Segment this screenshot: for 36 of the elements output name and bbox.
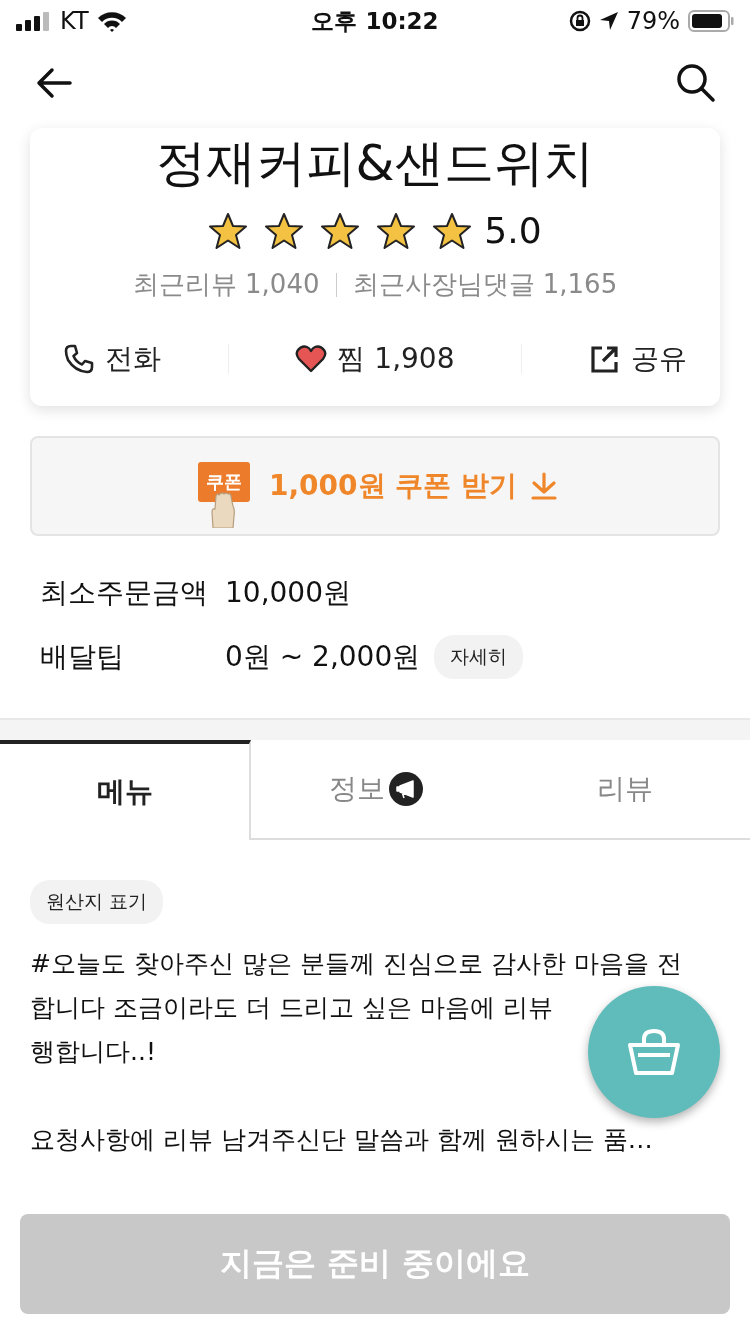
back-arrow-icon[interactable] bbox=[36, 67, 72, 99]
star-icon bbox=[320, 211, 361, 250]
battery-icon bbox=[688, 10, 734, 32]
info-label: 배달팁 bbox=[40, 639, 125, 675]
tab[interactable]: 메뉴 bbox=[0, 740, 252, 840]
info-label: 최소주문금액 bbox=[40, 575, 209, 611]
clock-time: 오후 10:22 bbox=[311, 6, 439, 36]
location-arrow-icon bbox=[598, 11, 619, 31]
heart-icon bbox=[295, 344, 328, 374]
search-icon[interactable] bbox=[676, 63, 716, 103]
wifi-icon bbox=[96, 10, 127, 32]
star-icon bbox=[264, 211, 305, 250]
star-icon bbox=[432, 211, 473, 250]
orientation-lock-icon bbox=[568, 10, 591, 32]
basket-icon bbox=[626, 1028, 682, 1076]
heart-button[interactable]: 찜 1,908 bbox=[295, 340, 455, 378]
origin-label-button[interactable]: 원산지 표기 bbox=[30, 880, 164, 924]
info-value: 10,000원 bbox=[225, 575, 351, 611]
notice-text: 행합니다..! bbox=[30, 1037, 156, 1066]
notice-text: 요청사항에 리뷰 남겨주신단 말씀과 함께 원하시는 품… bbox=[30, 1125, 653, 1154]
details-button[interactable]: 자세히 bbox=[434, 635, 524, 679]
info-value: 0원 ~ 2,000원 bbox=[225, 639, 421, 675]
notice-text: #오늘도 찾아주신 많은 분들께 진심으로 감사한 마음을 전 bbox=[30, 949, 682, 978]
notice-text: 합니다 조금이라도 더 드리고 싶은 마음에 리뷰 bbox=[30, 993, 553, 1022]
carrier-name: KT bbox=[60, 7, 89, 35]
signal-icon bbox=[16, 11, 52, 31]
rating-value: 5.0 bbox=[484, 210, 542, 251]
share-button[interactable]: 공유 bbox=[588, 340, 687, 378]
store-name: 정재커피&샌드위치 bbox=[155, 133, 595, 194]
phone-icon bbox=[63, 343, 96, 375]
phone-button[interactable]: 전화 bbox=[63, 340, 162, 378]
battery-percent: 79% bbox=[626, 7, 680, 35]
star-icon bbox=[208, 211, 249, 250]
share-icon bbox=[588, 343, 621, 375]
download-arrow-icon bbox=[531, 472, 558, 500]
star-icon bbox=[376, 211, 417, 250]
